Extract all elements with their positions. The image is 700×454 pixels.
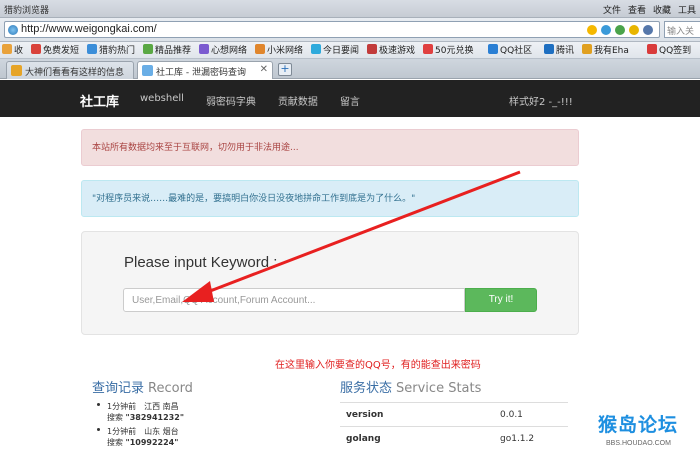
annotation-arrow — [182, 170, 521, 302]
arrow-head — [182, 281, 214, 302]
arrow-line — [204, 170, 521, 295]
